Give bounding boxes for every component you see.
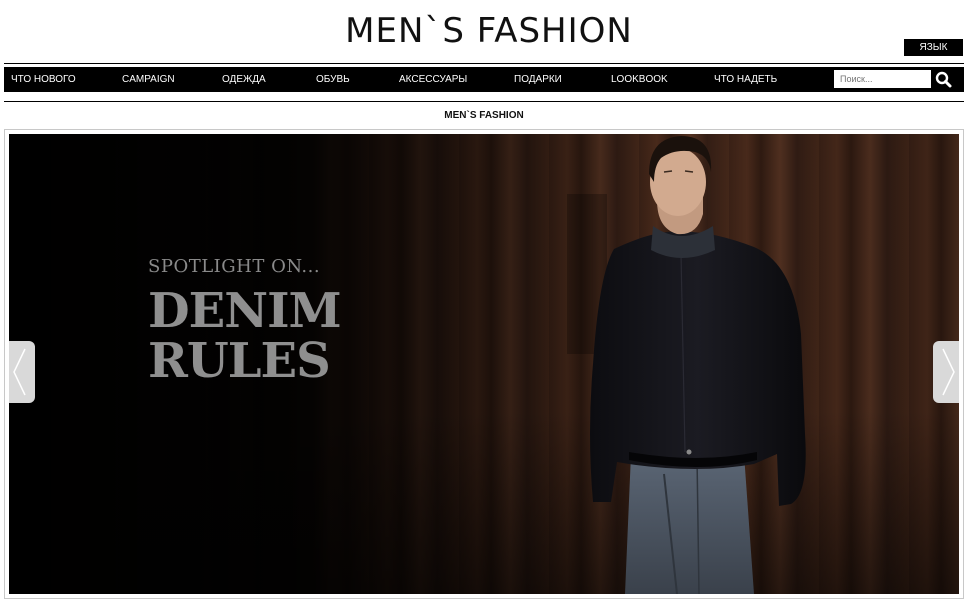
hero-kicker: SPOTLIGHT ON... [148, 256, 321, 277]
nav-item-accessories[interactable]: АКСЕССУАРЫ [399, 67, 467, 92]
header-divider-top [4, 63, 964, 64]
search-icon[interactable] [933, 70, 955, 89]
nav-item-campaign[interactable]: CAMPAIGN [122, 67, 175, 92]
chevron-right-icon [933, 348, 959, 407]
nav-item-what-to-wear[interactable]: ЧТО НАДЕТЬ [714, 67, 777, 92]
breadcrumb[interactable]: MEN`S FASHION [0, 110, 968, 121]
hero-banner[interactable]: SPOTLIGHT ON... DENIM RULES [9, 134, 959, 594]
hero-title-line1: DENIM [148, 283, 342, 339]
search-input[interactable] [834, 70, 931, 88]
main-nav: ЧТО НОВОГО CAMPAIGN ОДЕЖДА ОБУВЬ АКСЕССУ… [4, 67, 964, 92]
site-logo[interactable]: MEN`S FASHION [0, 10, 978, 52]
hero-title-line2: RULES [148, 333, 331, 389]
nav-item-lookbook[interactable]: LOOKBOOK [611, 67, 668, 92]
header-divider-bottom [4, 101, 964, 102]
nav-item-gifts[interactable]: ПОДАРКИ [514, 67, 562, 92]
nav-item-clothing[interactable]: ОДЕЖДА [222, 67, 266, 92]
language-button[interactable]: ЯЗЫК [904, 39, 963, 56]
chevron-left-icon [9, 348, 35, 407]
carousel-next-button[interactable] [933, 341, 959, 403]
nav-item-shoes[interactable]: ОБУВЬ [316, 67, 350, 92]
nav-item-whats-new[interactable]: ЧТО НОВОГО [11, 67, 76, 92]
carousel-prev-button[interactable] [9, 341, 35, 403]
